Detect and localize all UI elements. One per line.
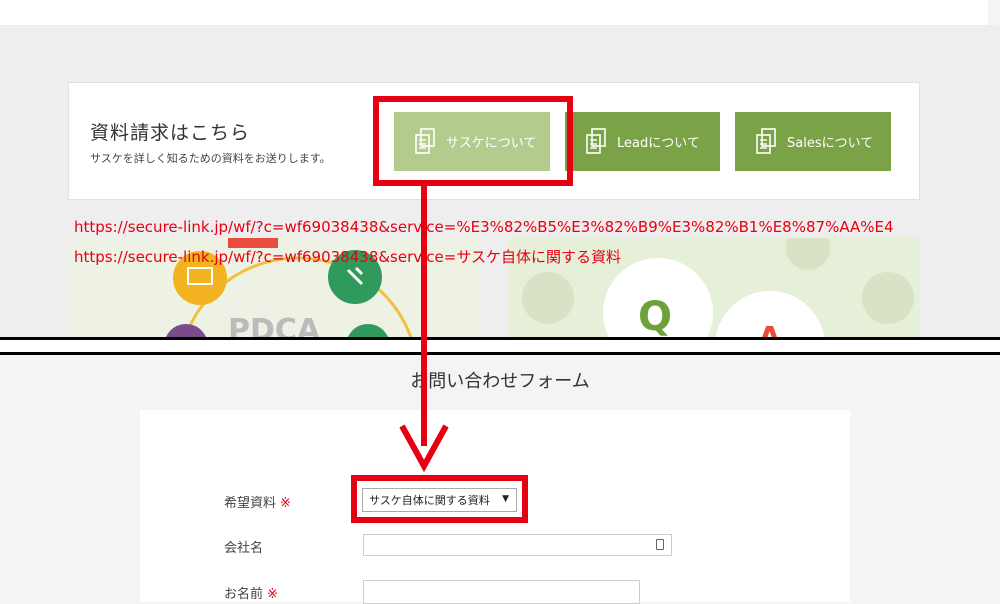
annotation-arrow bbox=[399, 186, 449, 473]
